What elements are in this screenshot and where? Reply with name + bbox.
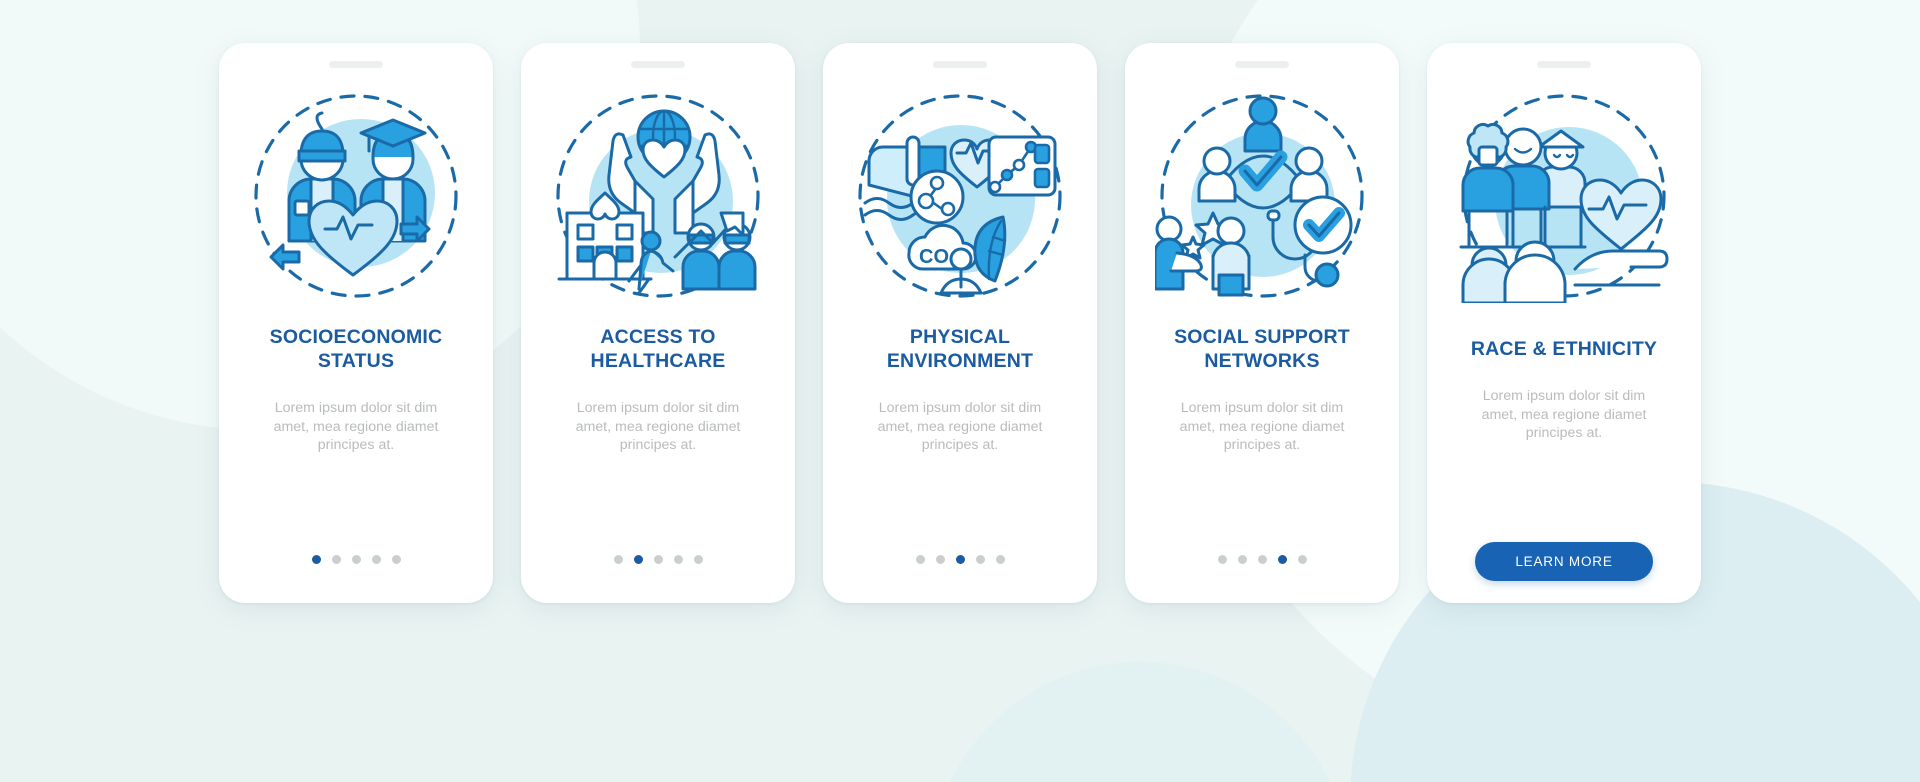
pagination-dot-1[interactable] [1217,555,1227,564]
title-line: HEALTHCARE [590,350,726,372]
phone-speaker-bar [631,61,685,68]
title-line: SOCIOECONOMIC [269,326,443,348]
title-line: ENVIRONMENT [886,350,1034,372]
pagination-dot-2[interactable] [1237,555,1247,564]
title-line: NETWORKS [1204,350,1320,372]
access-to-healthcare-icon [551,89,765,303]
title-line: PHYSICAL [909,326,1011,348]
pagination-dot-1[interactable] [311,555,321,564]
screen-title: PHYSICAL ENVIRONMENT [844,325,1076,373]
pagination-dot-3[interactable] [653,555,663,564]
pagination-dot-3[interactable] [955,555,965,564]
pagination-dot-5[interactable] [995,555,1005,564]
screen-body-text: Lorem ipsum dolor sit dim amet, mea regi… [575,400,741,453]
title-line: STATUS [317,350,395,372]
phone-speaker-bar [933,61,987,68]
socioeconomic-status-icon [249,89,463,303]
pagination-dot-5[interactable] [693,555,703,564]
pagination-dot-5[interactable] [1297,555,1307,564]
title-line: SOCIAL SUPPORT [1174,326,1350,348]
screen-title: ACCESS TO HEALTHCARE [542,325,774,373]
onboarding-screen-physical-environment[interactable]: CO 2 PHYSICAL ENVIRONMENT Lorem ipsum do… [823,43,1097,603]
screen-title: SOCIOECONOMIC STATUS [240,325,472,373]
phone-speaker-bar [1235,61,1289,68]
physical-environment-icon: CO 2 [853,89,1067,303]
pagination-dots[interactable] [823,555,1097,564]
pagination-dots[interactable] [521,555,795,564]
screen-title: RACE & ETHNICITY [1448,325,1680,361]
title-line: RACE & ETHNICITY [1470,338,1658,360]
phone-speaker-bar [329,61,383,68]
pagination-dots[interactable] [1125,555,1399,564]
screen-title: SOCIAL SUPPORT NETWORKS [1146,325,1378,373]
race-and-ethnicity-icon [1457,89,1671,303]
pagination-dot-2[interactable] [935,555,945,564]
pagination-dot-1[interactable] [915,555,925,564]
pagination-dot-4[interactable] [371,555,381,564]
onboarding-screen-access-to-healthcare[interactable]: ACCESS TO HEALTHCARE Lorem ipsum dolor s… [521,43,795,603]
pagination-dot-5[interactable] [391,555,401,564]
pagination-dot-1[interactable] [613,555,623,564]
svg-text:CO: CO [919,246,949,268]
phone-speaker-bar [1537,61,1591,68]
onboarding-screens-row: SOCIOECONOMIC STATUS Lorem ipsum dolor s… [0,0,1920,782]
screen-body-text: Lorem ipsum dolor sit dim amet, mea regi… [273,400,439,453]
pagination-dot-2[interactable] [331,555,341,564]
onboarding-screen-socioeconomic-status[interactable]: SOCIOECONOMIC STATUS Lorem ipsum dolor s… [219,43,493,603]
pagination-dot-3[interactable] [351,555,361,564]
social-support-networks-icon [1155,89,1369,303]
pagination-dot-3[interactable] [1257,555,1267,564]
pagination-dot-4[interactable] [673,555,683,564]
pagination-dot-4[interactable] [975,555,985,564]
screen-body-text: Lorem ipsum dolor sit dim amet, mea regi… [877,400,1043,453]
screen-body-text: Lorem ipsum dolor sit dim amet, mea regi… [1481,388,1647,441]
pagination-dot-2[interactable] [633,555,643,564]
onboarding-screen-race-and-ethnicity[interactable]: RACE & ETHNICITY Lorem ipsum dolor sit d… [1427,43,1701,603]
screen-body-text: Lorem ipsum dolor sit dim amet, mea regi… [1179,400,1345,453]
pagination-dot-4[interactable] [1277,555,1287,564]
onboarding-screen-social-support-networks[interactable]: SOCIAL SUPPORT NETWORKS Lorem ipsum dolo… [1125,43,1399,603]
pagination-dots[interactable] [219,555,493,564]
learn-more-button[interactable]: LEARN MORE [1475,542,1653,581]
title-line: ACCESS TO [600,326,716,348]
